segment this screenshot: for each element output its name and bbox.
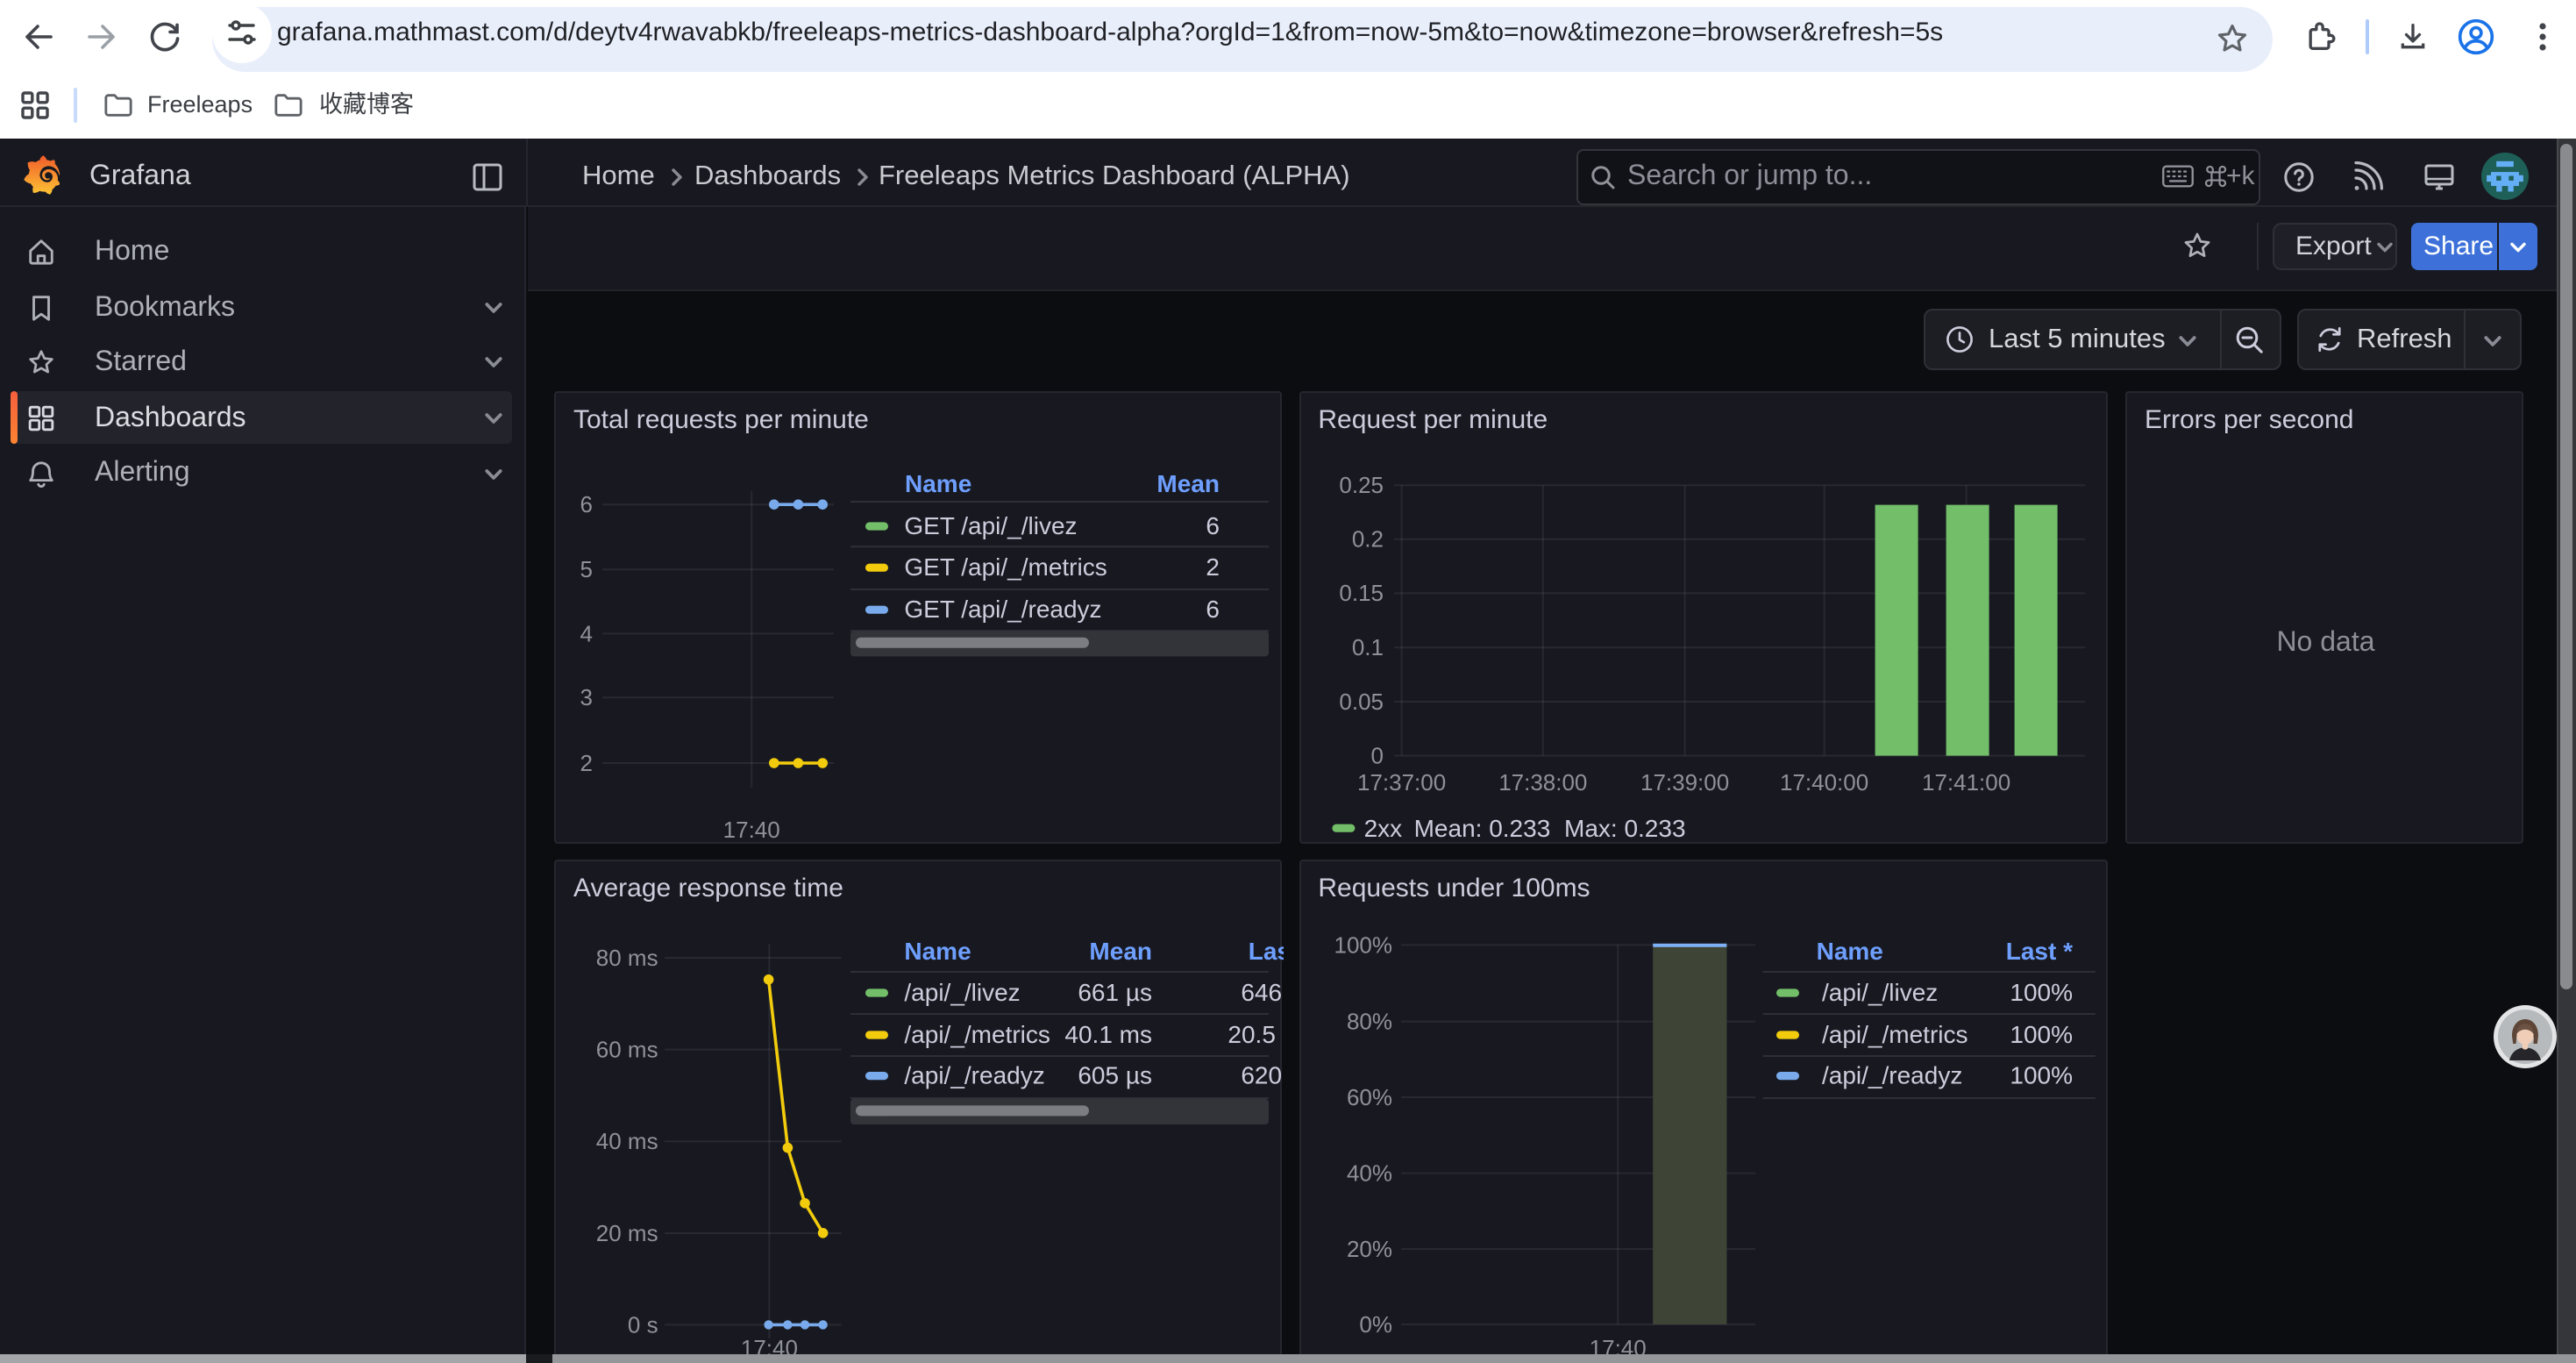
svg-text:2: 2 [580,751,593,777]
svg-text:20.5 ms: 20.5 ms [1228,1021,1284,1048]
svg-text:100%: 100% [2010,1062,2073,1089]
svg-text:0.25: 0.25 [1339,473,1384,499]
svg-text:6: 6 [580,492,593,518]
svg-text:17:38:00: 17:38:00 [1498,770,1587,796]
svg-text:Mean: Mean [1156,471,1220,498]
svg-text:/api/_/livez: /api/_/livez [1821,979,1937,1006]
svg-text:17:40:00: 17:40:00 [1779,770,1868,796]
svg-text:Mean: 0.233: Mean: 0.233 [1413,816,1550,843]
svg-text:40%: 40% [1346,1160,1391,1187]
svg-text:Name: Name [905,471,971,498]
svg-text:605 µs: 605 µs [1078,1062,1152,1089]
svg-text:Mean: Mean [1089,938,1152,965]
svg-text:60 ms: 60 ms [596,1037,658,1063]
svg-text:0.15: 0.15 [1339,581,1384,607]
svg-text:Last *: Last * [2005,938,2072,965]
svg-text:/api/_/readyz: /api/_/readyz [904,1062,1044,1089]
svg-text:5: 5 [580,557,593,583]
svg-text:40.1 ms: 40.1 ms [1064,1021,1152,1048]
svg-text:17:41:00: 17:41:00 [1921,770,2010,796]
svg-text:17:40: 17:40 [723,817,780,844]
svg-text:/api/_/readyz: /api/_/readyz [1821,1062,1961,1089]
svg-text:0.2: 0.2 [1351,526,1383,553]
svg-text:Name: Name [904,938,971,965]
svg-text:17:39:00: 17:39:00 [1640,770,1728,796]
svg-text:6: 6 [1206,513,1220,540]
svg-text:0 s: 0 s [628,1311,658,1338]
svg-text:GET /api/_/metrics: GET /api/_/metrics [904,554,1107,582]
svg-text:20%: 20% [1346,1236,1391,1262]
svg-text:Name: Name [1816,938,1882,965]
svg-text:GET /api/_/livez: GET /api/_/livez [904,513,1077,540]
svg-text:20 ms: 20 ms [596,1220,658,1246]
svg-text:Max: 0.233: Max: 0.233 [1563,816,1685,843]
svg-text:100%: 100% [1334,931,1392,958]
svg-text:60%: 60% [1346,1084,1391,1110]
svg-text:661 µs: 661 µs [1078,979,1152,1006]
svg-text:/api/_/livez: /api/_/livez [904,979,1020,1006]
svg-text:3: 3 [580,685,593,711]
svg-text:17:37:00: 17:37:00 [1356,770,1445,796]
svg-text:80 ms: 80 ms [596,945,658,971]
svg-text:0%: 0% [1359,1311,1392,1338]
svg-text:/api/_/metrics: /api/_/metrics [904,1021,1050,1048]
svg-text:646 µs: 646 µs [1241,979,1284,1006]
svg-text:0: 0 [1370,743,1383,769]
svg-text:GET /api/_/readyz: GET /api/_/readyz [904,596,1101,624]
svg-text:Last *: Last * [1249,938,1284,965]
svg-text:620 µs: 620 µs [1241,1062,1284,1089]
svg-text:2: 2 [1206,554,1220,582]
svg-text:4: 4 [580,621,593,647]
svg-text:0.05: 0.05 [1339,689,1384,716]
svg-text:100%: 100% [2010,979,2073,1006]
svg-text:6: 6 [1206,596,1220,624]
svg-text:80%: 80% [1346,1009,1391,1035]
svg-text:2xx: 2xx [1363,816,1402,843]
svg-text:100%: 100% [2010,1021,2073,1048]
svg-text:0.1: 0.1 [1351,635,1383,661]
svg-text:/api/_/metrics: /api/_/metrics [1821,1021,1968,1048]
svg-text:40 ms: 40 ms [596,1128,658,1154]
